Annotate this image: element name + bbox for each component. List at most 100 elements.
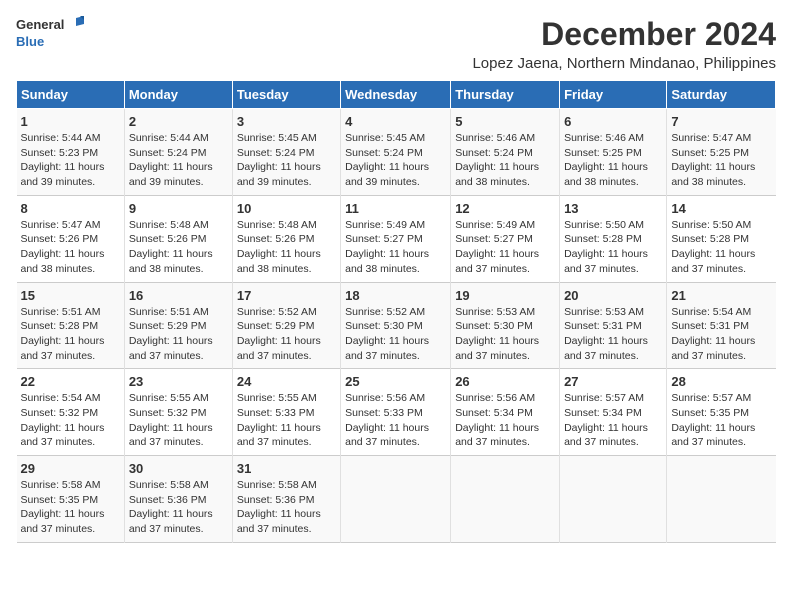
day-number: 8 bbox=[21, 201, 120, 216]
day-detail: Sunrise: 5:53 AM Sunset: 5:30 PM Dayligh… bbox=[455, 305, 555, 364]
header: General Blue December 2024 Lopez Jaena, … bbox=[16, 16, 776, 72]
calendar-week-row: 22 Sunrise: 5:54 AM Sunset: 5:32 PM Dayli… bbox=[17, 369, 776, 456]
day-number: 18 bbox=[345, 288, 446, 303]
day-detail: Sunrise: 5:49 AM Sunset: 5:27 PM Dayligh… bbox=[455, 218, 555, 277]
logo-blue: Blue bbox=[16, 34, 84, 51]
day-detail: Sunrise: 5:45 AM Sunset: 5:24 PM Dayligh… bbox=[237, 131, 336, 190]
day-number: 14 bbox=[671, 201, 771, 216]
header-tuesday: Tuesday bbox=[232, 81, 340, 109]
day-detail: Sunrise: 5:50 AM Sunset: 5:28 PM Dayligh… bbox=[564, 218, 662, 277]
day-number: 15 bbox=[21, 288, 120, 303]
table-row: 14 Sunrise: 5:50 AM Sunset: 5:28 PM Dayli… bbox=[667, 195, 776, 282]
table-row: 25 Sunrise: 5:56 AM Sunset: 5:33 PM Dayli… bbox=[341, 369, 451, 456]
day-detail: Sunrise: 5:47 AM Sunset: 5:25 PM Dayligh… bbox=[671, 131, 771, 190]
table-row: 17 Sunrise: 5:52 AM Sunset: 5:29 PM Dayli… bbox=[232, 282, 340, 369]
day-detail: Sunrise: 5:57 AM Sunset: 5:35 PM Dayligh… bbox=[671, 391, 771, 450]
table-row: 26 Sunrise: 5:56 AM Sunset: 5:34 PM Dayli… bbox=[451, 369, 560, 456]
table-row: 9 Sunrise: 5:48 AM Sunset: 5:26 PM Daylig… bbox=[124, 195, 232, 282]
day-number: 27 bbox=[564, 374, 662, 389]
day-detail: Sunrise: 5:52 AM Sunset: 5:29 PM Dayligh… bbox=[237, 305, 336, 364]
day-number: 2 bbox=[129, 114, 228, 129]
day-number: 4 bbox=[345, 114, 446, 129]
day-number: 6 bbox=[564, 114, 662, 129]
logo-general: General bbox=[16, 17, 64, 34]
day-number: 31 bbox=[237, 461, 336, 476]
day-detail: Sunrise: 5:46 AM Sunset: 5:24 PM Dayligh… bbox=[455, 131, 555, 190]
table-row: 21 Sunrise: 5:54 AM Sunset: 5:31 PM Dayli… bbox=[667, 282, 776, 369]
table-row: 18 Sunrise: 5:52 AM Sunset: 5:30 PM Dayli… bbox=[341, 282, 451, 369]
day-number: 1 bbox=[21, 114, 120, 129]
table-row: 12 Sunrise: 5:49 AM Sunset: 5:27 PM Dayli… bbox=[451, 195, 560, 282]
day-number: 20 bbox=[564, 288, 662, 303]
day-number: 24 bbox=[237, 374, 336, 389]
day-number: 30 bbox=[129, 461, 228, 476]
day-number: 3 bbox=[237, 114, 336, 129]
calendar-header-row: Sunday Monday Tuesday Wednesday Thursday… bbox=[17, 81, 776, 109]
day-number: 26 bbox=[455, 374, 555, 389]
day-detail: Sunrise: 5:50 AM Sunset: 5:28 PM Dayligh… bbox=[671, 218, 771, 277]
table-row: 19Sunrise: 5:53 AM Sunset: 5:30 PM Dayli… bbox=[451, 282, 560, 369]
day-detail: Sunrise: 5:51 AM Sunset: 5:28 PM Dayligh… bbox=[21, 305, 120, 364]
calendar-week-row: 8 Sunrise: 5:47 AM Sunset: 5:26 PM Daylig… bbox=[17, 195, 776, 282]
header-sunday: Sunday bbox=[17, 81, 125, 109]
header-friday: Friday bbox=[560, 81, 667, 109]
table-row: 11Sunrise: 5:49 AM Sunset: 5:27 PM Dayli… bbox=[341, 195, 451, 282]
day-detail: Sunrise: 5:53 AM Sunset: 5:31 PM Dayligh… bbox=[564, 305, 662, 364]
day-number: 11 bbox=[345, 201, 446, 216]
day-detail: Sunrise: 5:58 AM Sunset: 5:36 PM Dayligh… bbox=[237, 478, 336, 537]
day-detail: Sunrise: 5:45 AM Sunset: 5:24 PM Dayligh… bbox=[345, 131, 446, 190]
day-detail: Sunrise: 5:58 AM Sunset: 5:36 PM Dayligh… bbox=[129, 478, 228, 537]
logo-text: General Blue bbox=[16, 16, 84, 51]
logo-bird-icon bbox=[66, 16, 84, 34]
table-row: 7 Sunrise: 5:47 AM Sunset: 5:25 PM Daylig… bbox=[667, 109, 776, 196]
day-detail: Sunrise: 5:48 AM Sunset: 5:26 PM Dayligh… bbox=[237, 218, 336, 277]
table-row: 15 Sunrise: 5:51 AM Sunset: 5:28 PM Dayli… bbox=[17, 282, 125, 369]
day-number: 17 bbox=[237, 288, 336, 303]
day-detail: Sunrise: 5:58 AM Sunset: 5:35 PM Dayligh… bbox=[21, 478, 120, 537]
day-number: 9 bbox=[129, 201, 228, 216]
day-number: 28 bbox=[671, 374, 771, 389]
table-row: 24Sunrise: 5:55 AM Sunset: 5:33 PM Dayli… bbox=[232, 369, 340, 456]
day-detail: Sunrise: 5:54 AM Sunset: 5:32 PM Dayligh… bbox=[21, 391, 120, 450]
day-number: 23 bbox=[129, 374, 228, 389]
table-row bbox=[341, 456, 451, 543]
table-row: 28 Sunrise: 5:57 AM Sunset: 5:35 PM Dayli… bbox=[667, 369, 776, 456]
calendar-week-row: 15 Sunrise: 5:51 AM Sunset: 5:28 PM Dayli… bbox=[17, 282, 776, 369]
table-row: 8 Sunrise: 5:47 AM Sunset: 5:26 PM Daylig… bbox=[17, 195, 125, 282]
table-row: 23 Sunrise: 5:55 AM Sunset: 5:32 PM Dayli… bbox=[124, 369, 232, 456]
day-number: 12 bbox=[455, 201, 555, 216]
day-detail: Sunrise: 5:48 AM Sunset: 5:26 PM Dayligh… bbox=[129, 218, 228, 277]
logo: General Blue bbox=[16, 16, 84, 51]
page-title: December 2024 bbox=[472, 16, 776, 53]
day-detail: Sunrise: 5:47 AM Sunset: 5:26 PM Dayligh… bbox=[21, 218, 120, 277]
day-detail: Sunrise: 5:54 AM Sunset: 5:31 PM Dayligh… bbox=[671, 305, 771, 364]
table-row bbox=[451, 456, 560, 543]
day-number: 5 bbox=[455, 114, 555, 129]
day-detail: Sunrise: 5:52 AM Sunset: 5:30 PM Dayligh… bbox=[345, 305, 446, 364]
table-row: 3 Sunrise: 5:45 AM Sunset: 5:24 PM Daylig… bbox=[232, 109, 340, 196]
day-number: 13 bbox=[564, 201, 662, 216]
table-row: 4 Sunrise: 5:45 AM Sunset: 5:24 PM Daylig… bbox=[341, 109, 451, 196]
day-number: 7 bbox=[671, 114, 771, 129]
day-detail: Sunrise: 5:56 AM Sunset: 5:33 PM Dayligh… bbox=[345, 391, 446, 450]
day-detail: Sunrise: 5:57 AM Sunset: 5:34 PM Dayligh… bbox=[564, 391, 662, 450]
table-row: 16Sunrise: 5:51 AM Sunset: 5:29 PM Dayli… bbox=[124, 282, 232, 369]
day-number: 25 bbox=[345, 374, 446, 389]
day-detail: Sunrise: 5:44 AM Sunset: 5:24 PM Dayligh… bbox=[129, 131, 228, 190]
page-container: General Blue December 2024 Lopez Jaena, … bbox=[16, 16, 776, 543]
calendar-week-row: 29Sunrise: 5:58 AM Sunset: 5:35 PM Dayli… bbox=[17, 456, 776, 543]
calendar-table: Sunday Monday Tuesday Wednesday Thursday… bbox=[16, 80, 776, 543]
day-detail: Sunrise: 5:46 AM Sunset: 5:25 PM Dayligh… bbox=[564, 131, 662, 190]
header-wednesday: Wednesday bbox=[341, 81, 451, 109]
day-detail: Sunrise: 5:56 AM Sunset: 5:34 PM Dayligh… bbox=[455, 391, 555, 450]
table-row bbox=[560, 456, 667, 543]
table-row: 22 Sunrise: 5:54 AM Sunset: 5:32 PM Dayli… bbox=[17, 369, 125, 456]
table-row: 5 Sunrise: 5:46 AM Sunset: 5:24 PM Daylig… bbox=[451, 109, 560, 196]
day-detail: Sunrise: 5:51 AM Sunset: 5:29 PM Dayligh… bbox=[129, 305, 228, 364]
header-monday: Monday bbox=[124, 81, 232, 109]
day-detail: Sunrise: 5:55 AM Sunset: 5:32 PM Dayligh… bbox=[129, 391, 228, 450]
title-block: December 2024 Lopez Jaena, Northern Mind… bbox=[472, 16, 776, 72]
day-number: 21 bbox=[671, 288, 771, 303]
day-number: 22 bbox=[21, 374, 120, 389]
calendar-week-row: 1Sunrise: 5:44 AM Sunset: 5:23 PM Daylig… bbox=[17, 109, 776, 196]
